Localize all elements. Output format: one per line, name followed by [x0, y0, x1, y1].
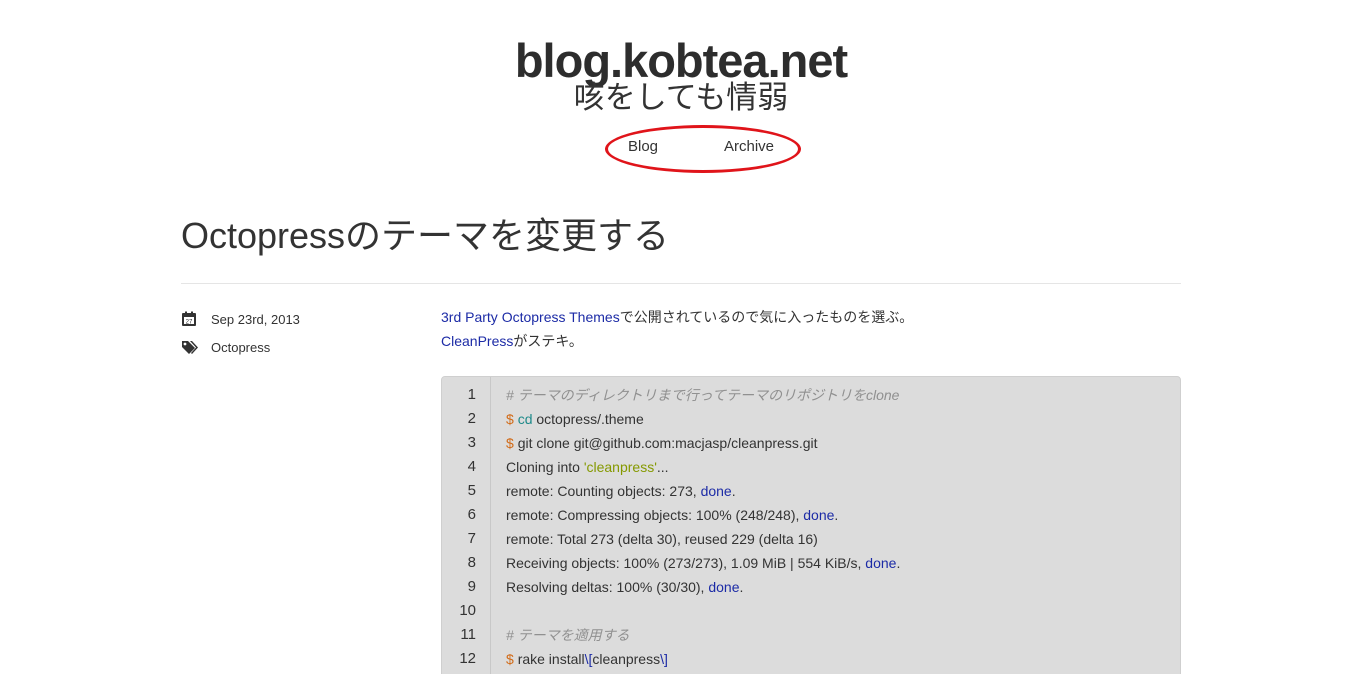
post-date-text: Sep 23rd, 2013: [211, 312, 300, 327]
code-token: .: [896, 555, 901, 571]
line-number: 6: [467, 506, 476, 523]
code-text: Cloning into 'cleanpress'...: [506, 455, 669, 479]
code-line: 7 remote: Total 273 (delta 30), reused 22…: [442, 527, 1180, 551]
code-token: done: [865, 555, 897, 571]
code-text: $ cd octopress/.theme: [506, 407, 644, 431]
code-token: .: [834, 507, 839, 523]
paragraph-2-text: がステキ。: [513, 333, 583, 349]
code-line: 6 remote: Compressing objects: 100% (248/…: [442, 503, 1180, 527]
tag-octopress-link[interactable]: Octopress: [211, 340, 270, 356]
line-number: 2: [467, 410, 476, 427]
line-number: 4: [467, 458, 476, 475]
code-token: cd: [517, 411, 533, 427]
nav-archive-link[interactable]: Archive: [724, 138, 774, 156]
page: blog.kobtea.net 咳をしても情弱 Blog Archive Oct…: [0, 0, 1362, 674]
code-line: 3 $ git clone git@github.com:macjasp/clea…: [442, 431, 1180, 455]
code-token: done: [708, 579, 740, 595]
code-text: Resolving deltas: 100% (30/30), done.: [506, 575, 743, 599]
title-divider: [181, 283, 1181, 284]
code-token: $: [506, 411, 518, 427]
code-token: Receiving objects: 100% (273/273), 1.09 …: [506, 555, 866, 571]
code-token: cleanpress: [592, 651, 661, 667]
code-text: remote: Compressing objects: 100% (248/2…: [506, 503, 838, 527]
paragraph-1-text: で公開されているので気に入ったものを選ぶ。: [619, 309, 914, 325]
code-token: remote: Counting objects: 273,: [506, 483, 701, 499]
paragraph-2: CleanPressがステキ。: [441, 329, 1181, 353]
code-block: 1 # テーマのディレクトリまで行ってテーマのリポジトリをclone 2 $ cd o…: [441, 376, 1181, 674]
site-subtitle: 咳をしても情弱: [573, 80, 789, 115]
line-number: 3: [467, 434, 476, 451]
code-token: ...: [656, 459, 669, 475]
paragraph-1: 3rd Party Octopress Themesで公開されているので気に入っ…: [441, 305, 1181, 329]
code-line: 2 $ cd octopress/.theme: [442, 407, 1180, 431]
themes-link[interactable]: 3rd Party Octopress Themes: [441, 309, 620, 325]
code-line: 12 $ rake install\[cleanpress\]: [442, 647, 1180, 671]
code-token: rake install: [517, 651, 585, 667]
code-token: Cloning into: [506, 459, 584, 475]
code-text: $ git clone git@github.com:macjasp/clean…: [506, 431, 818, 455]
code-token: octopress/.theme: [532, 411, 644, 427]
code-text: remote: Total 273 (delta 30), reused 229…: [506, 527, 818, 551]
code-line: 1 # テーマのディレクトリまで行ってテーマのリポジトリをclone: [442, 383, 1180, 407]
tags-icon: [182, 341, 198, 354]
code-line: 8 Receiving objects: 100% (273/273), 1.09…: [442, 551, 1180, 575]
code-line: 11 # テーマを適用する: [442, 623, 1180, 647]
code-token: $: [506, 651, 518, 667]
nav-blog-link[interactable]: Blog: [628, 138, 658, 156]
code-token: remote: Compressing objects: 100% (248/2…: [506, 507, 804, 523]
code-text: $ rake install\[cleanpress\]: [506, 647, 668, 671]
code-token: Resolving deltas: 100% (30/30),: [506, 579, 709, 595]
code-token: git clone git@github.com:macjasp/cleanpr…: [517, 435, 818, 451]
line-number: 9: [467, 578, 476, 595]
code-line: 9 Resolving deltas: 100% (30/30), done.: [442, 575, 1180, 599]
line-number: 1: [467, 386, 476, 403]
code-token: done: [803, 507, 835, 523]
line-number: 11: [460, 626, 476, 643]
calendar-icon: 27: [182, 311, 196, 326]
code-line: 5 remote: Counting objects: 273, done.: [442, 479, 1180, 503]
code-token: remote: Total 273 (delta 30), reused 229…: [506, 531, 818, 547]
code-token: .: [731, 483, 736, 499]
line-number: 12: [459, 650, 476, 667]
code-token: .: [739, 579, 744, 595]
code-token: # テーマを適用する: [506, 627, 630, 643]
line-number: 8: [467, 554, 476, 571]
code-text: remote: Counting objects: 273, done.: [506, 479, 736, 503]
post-title: Octopressのテーマを変更する: [181, 215, 670, 256]
code-line: 10: [442, 599, 1180, 623]
code-token: $: [506, 435, 518, 451]
post-body: 3rd Party Octopress Themesで公開されているので気に入っ…: [441, 305, 1181, 353]
cleanpress-link[interactable]: CleanPress: [441, 333, 513, 349]
line-number: 5: [467, 482, 476, 499]
code-text: # テーマのディレクトリまで行ってテーマのリポジトリをclone: [506, 383, 899, 407]
code-token: done: [700, 483, 732, 499]
code-line: 4 Cloning into 'cleanpress'...: [442, 455, 1180, 479]
code-text: # テーマを適用する: [506, 623, 630, 647]
code-token: \]: [660, 651, 668, 667]
svg-text:27: 27: [186, 320, 193, 326]
line-number: 7: [467, 530, 476, 547]
code-token: 'cleanpress': [583, 459, 657, 475]
code-token: # テーマのディレクトリまで行ってテーマのリポジトリをclone: [506, 387, 900, 403]
code-text: Receiving objects: 100% (273/273), 1.09 …: [506, 551, 900, 575]
line-number: 10: [459, 602, 476, 619]
